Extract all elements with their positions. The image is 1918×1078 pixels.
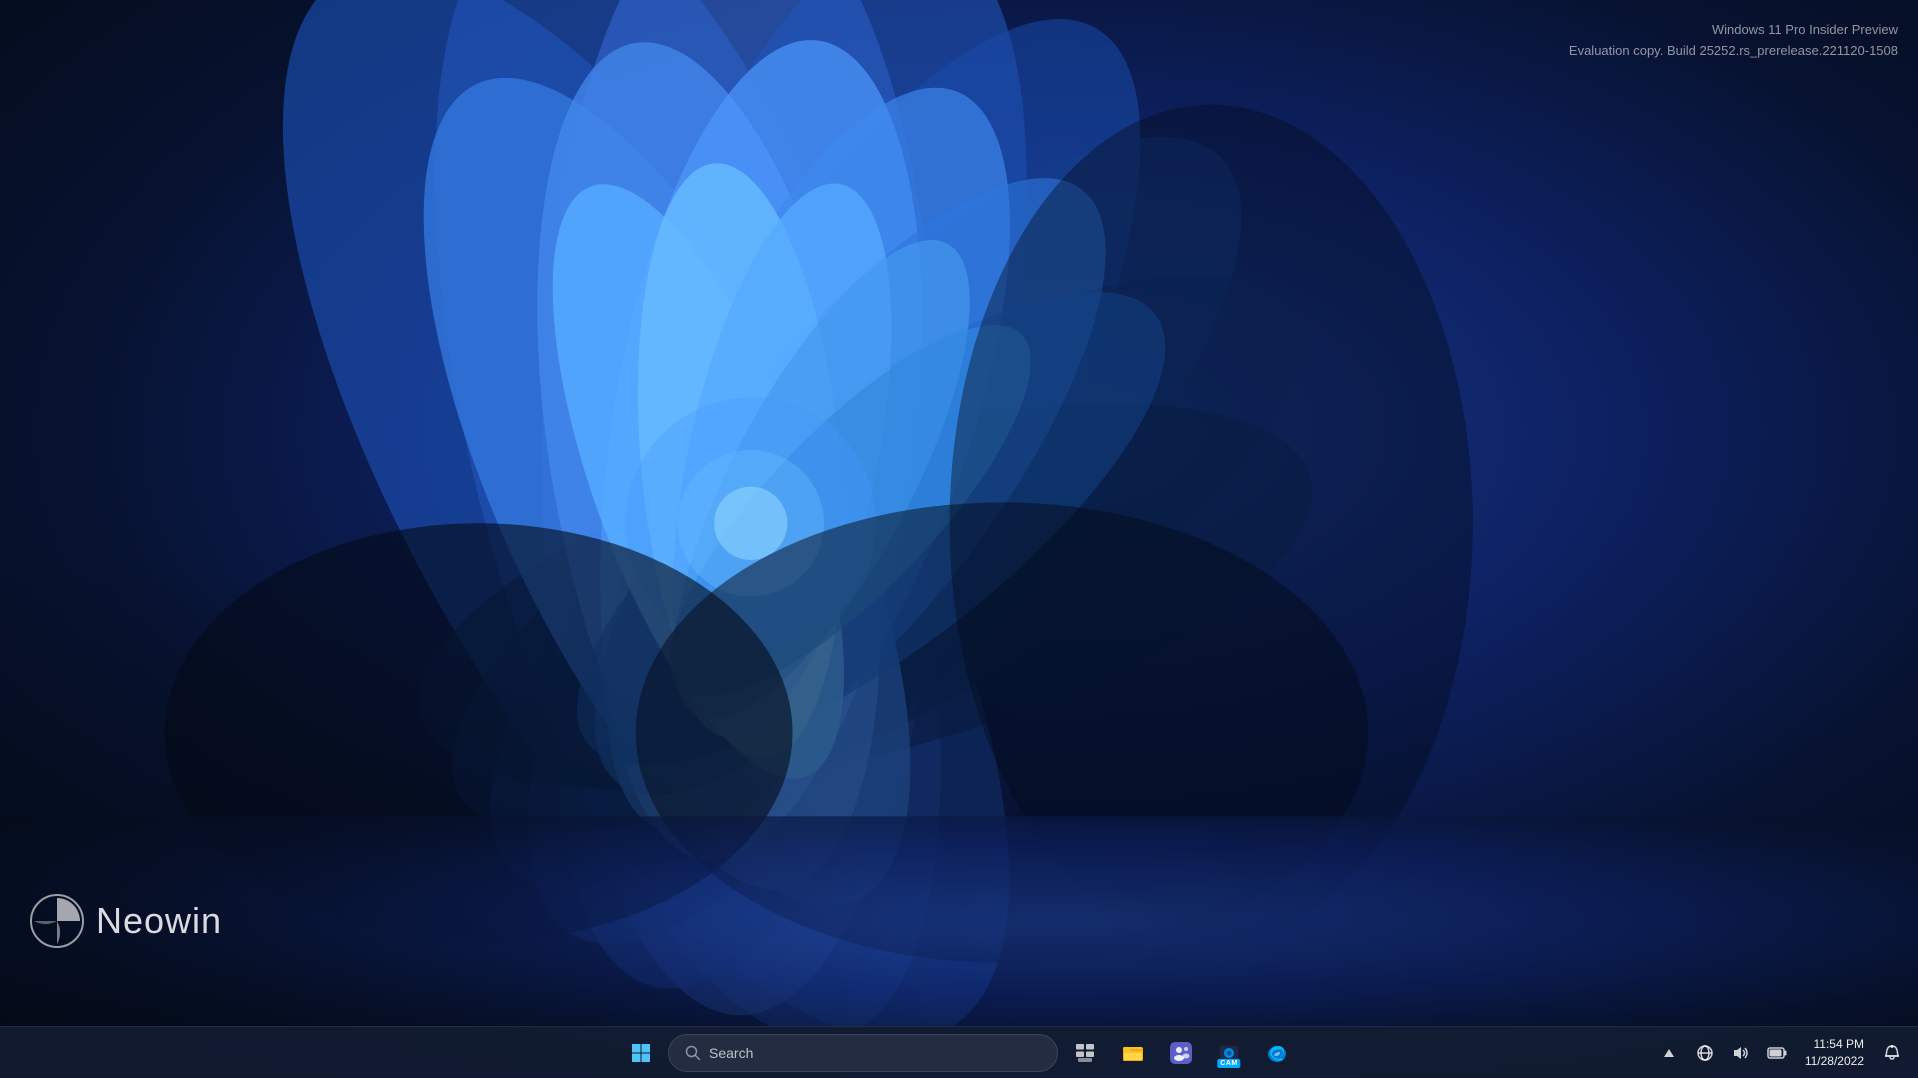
task-view-button[interactable] xyxy=(1064,1032,1106,1074)
action-center-button[interactable] xyxy=(1878,1039,1906,1067)
windows-watermark-line1: Windows 11 Pro Insider Preview xyxy=(1569,20,1898,41)
file-explorer-icon xyxy=(1122,1042,1144,1064)
notification-icon xyxy=(1884,1045,1900,1061)
teams-icon xyxy=(1170,1042,1192,1064)
wallpaper xyxy=(0,0,1918,1078)
taskbar: Search xyxy=(0,1026,1918,1078)
battery-tray-button[interactable] xyxy=(1763,1039,1791,1067)
volume-icon xyxy=(1733,1045,1749,1061)
windows-evaluation-watermark: Windows 11 Pro Insider Preview Evaluatio… xyxy=(1569,20,1898,62)
clock-time: 11:54 PM xyxy=(1814,1036,1864,1053)
windows-watermark-line2: Evaluation copy. Build 25252.rs_prerelea… xyxy=(1569,41,1898,62)
tray-overflow-button[interactable] xyxy=(1655,1039,1683,1067)
neowin-watermark: Neowin xyxy=(30,894,222,948)
clock-display[interactable]: 11:54 PM 11/28/2022 xyxy=(1799,1034,1870,1072)
search-icon xyxy=(685,1045,701,1061)
cam-button[interactable]: CAM xyxy=(1208,1032,1250,1074)
start-button[interactable] xyxy=(620,1032,662,1074)
search-bar[interactable]: Search xyxy=(668,1034,1058,1072)
neowin-brand-text: Neowin xyxy=(96,900,222,942)
network-icon xyxy=(1697,1045,1713,1061)
search-label: Search xyxy=(709,1045,753,1061)
file-explorer-button[interactable] xyxy=(1112,1032,1154,1074)
windows-logo-icon xyxy=(631,1043,651,1063)
clock-date: 11/28/2022 xyxy=(1805,1053,1864,1070)
volume-tray-button[interactable] xyxy=(1727,1039,1755,1067)
system-tray: 11:54 PM 11/28/2022 xyxy=(1655,1034,1906,1072)
desktop: Neowin Windows 11 Pro Insider Preview Ev… xyxy=(0,0,1918,1078)
chevron-up-icon xyxy=(1663,1048,1675,1058)
battery-icon xyxy=(1767,1045,1787,1061)
edge-icon xyxy=(1266,1042,1288,1064)
taskbar-center: Search xyxy=(620,1032,1298,1074)
teams-button[interactable] xyxy=(1160,1032,1202,1074)
edge-browser-button[interactable] xyxy=(1256,1032,1298,1074)
cam-badge-label: CAM xyxy=(1217,1059,1240,1068)
neowin-logo-icon xyxy=(30,894,84,948)
network-tray-button[interactable] xyxy=(1691,1039,1719,1067)
task-view-icon xyxy=(1075,1043,1095,1063)
